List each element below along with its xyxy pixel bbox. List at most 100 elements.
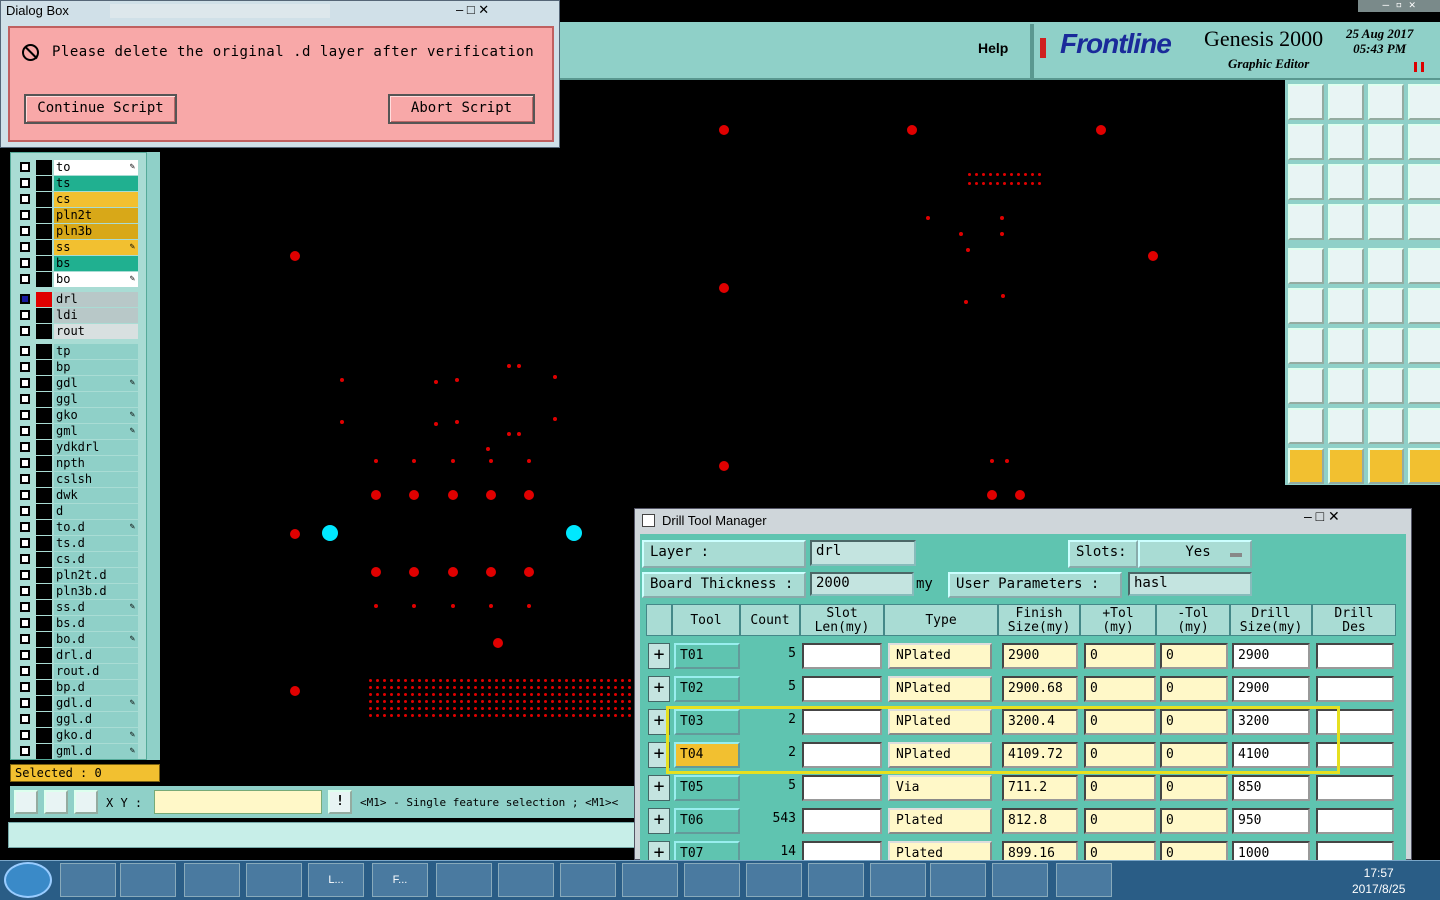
drill-pad[interactable]: [627, 692, 631, 696]
layer-row-bp[interactable]: bp: [16, 360, 140, 375]
layer-name[interactable]: drl.d: [54, 648, 138, 663]
drill-pad[interactable]: [403, 678, 407, 682]
layer-row-drl-d[interactable]: drl.d: [16, 648, 140, 663]
layer-name[interactable]: gml ✎: [54, 424, 138, 439]
drill-pad[interactable]: [445, 685, 449, 689]
layer-color-swatch[interactable]: [36, 456, 52, 471]
drill-pad[interactable]: [403, 699, 407, 703]
drill-pad[interactable]: [368, 685, 372, 689]
drill-pad[interactable]: [396, 692, 400, 696]
drill-pad[interactable]: [455, 378, 459, 382]
drill-pad[interactable]: [585, 713, 589, 717]
drill-pad[interactable]: [424, 685, 428, 689]
pause-icon[interactable]: [1414, 62, 1424, 72]
drill-pad[interactable]: [606, 692, 610, 696]
layer-color-swatch[interactable]: [36, 424, 52, 439]
drill-pad[interactable]: [964, 300, 968, 304]
drill-pad[interactable]: [599, 685, 603, 689]
minus-tol-input[interactable]: 0: [1160, 643, 1228, 669]
drill-pad[interactable]: [438, 678, 442, 682]
layer-field[interactable]: drl: [810, 540, 916, 566]
drill-des-input[interactable]: [1316, 643, 1394, 669]
drill-pad[interactable]: [550, 699, 554, 703]
drill-pad[interactable]: [494, 685, 498, 689]
drill-pad[interactable]: [494, 699, 498, 703]
layer-row-tp[interactable]: tp: [16, 344, 140, 359]
drill-pad[interactable]: [967, 181, 971, 185]
finish-size-input[interactable]: 2900: [1002, 643, 1078, 669]
drill-pad[interactable]: [374, 604, 378, 608]
drill-pad[interactable]: [375, 692, 379, 696]
drill-pad[interactable]: [489, 604, 493, 608]
layer-name[interactable]: ydkdrl: [54, 440, 138, 455]
plus-tol-input[interactable]: 0: [1084, 841, 1156, 860]
drill-pad[interactable]: [410, 699, 414, 703]
layer-row-ldi[interactable]: ldi: [16, 308, 140, 323]
drill-size-input[interactable]: 2900: [1232, 676, 1310, 702]
taskbar-app-icon[interactable]: L...: [308, 863, 364, 897]
drill-pad[interactable]: [1016, 181, 1020, 185]
select-path-icon[interactable]: [1408, 448, 1440, 484]
triangle-icon[interactable]: [1288, 408, 1324, 444]
drill-pad[interactable]: [501, 678, 505, 682]
drill-pad[interactable]: [466, 678, 470, 682]
layer-row-to[interactable]: to ✎: [16, 160, 140, 175]
drill-pad[interactable]: [438, 685, 442, 689]
drill-pad[interactable]: [585, 685, 589, 689]
layer-color-swatch[interactable]: [36, 240, 52, 255]
redo-icon[interactable]: [1408, 124, 1440, 160]
drill-pad[interactable]: [403, 685, 407, 689]
drill-pad[interactable]: [501, 706, 505, 710]
selected-pad[interactable]: [322, 525, 338, 541]
layer-color-swatch[interactable]: [36, 272, 52, 287]
drill-pad[interactable]: [501, 685, 505, 689]
drill-pad[interactable]: [592, 699, 596, 703]
layer-checkbox[interactable]: [20, 258, 30, 268]
drill-pad[interactable]: [613, 678, 617, 682]
drill-des-input[interactable]: [1316, 676, 1394, 702]
left-arrow-icon[interactable]: [1288, 124, 1324, 160]
continue-script-button[interactable]: Continue Script: [24, 94, 177, 124]
drill-pad[interactable]: [445, 678, 449, 682]
drill-pad[interactable]: [451, 604, 455, 608]
drill-pad[interactable]: [719, 461, 729, 471]
layer-color-swatch[interactable]: [36, 728, 52, 743]
slot-len-input[interactable]: [802, 676, 882, 702]
drill-pad[interactable]: [409, 567, 419, 577]
drill-pad[interactable]: [515, 692, 519, 696]
circle-icon[interactable]: [1408, 248, 1440, 284]
drill-pad[interactable]: [417, 706, 421, 710]
drill-pad[interactable]: [452, 685, 456, 689]
drill-pad[interactable]: [424, 699, 428, 703]
type-dropdown[interactable]: NPlated: [888, 676, 992, 702]
layer-row-npth[interactable]: npth: [16, 456, 140, 471]
layer-name[interactable]: bp.d: [54, 680, 138, 695]
drill-pad[interactable]: [466, 706, 470, 710]
drill-pad[interactable]: [389, 699, 393, 703]
layer-name[interactable]: ldi: [54, 308, 138, 323]
drill-pad[interactable]: [578, 685, 582, 689]
layer-name[interactable]: tp: [54, 344, 138, 359]
layer-name[interactable]: pln2t: [54, 208, 138, 223]
drill-pad[interactable]: [417, 692, 421, 696]
pad-icon[interactable]: [1288, 248, 1324, 284]
drill-pad[interactable]: [627, 706, 631, 710]
drill-pad[interactable]: [448, 567, 458, 577]
drill-pad[interactable]: [455, 420, 459, 424]
drill-pad[interactable]: [473, 713, 477, 717]
layer-name[interactable]: bp: [54, 360, 138, 375]
layer-name[interactable]: to.d ✎: [54, 520, 138, 535]
layer-checkbox[interactable]: [20, 602, 30, 612]
drill-pad[interactable]: [592, 678, 596, 682]
drill-pad[interactable]: [592, 685, 596, 689]
drill-size-input[interactable]: 1000: [1232, 841, 1310, 860]
drill-pad[interactable]: [424, 692, 428, 696]
drill-pad[interactable]: [389, 678, 393, 682]
layer-checkbox[interactable]: [20, 634, 30, 644]
layer-row-drl[interactable]: drl: [16, 292, 140, 307]
drill-pad[interactable]: [988, 181, 992, 185]
drill-pad[interactable]: [571, 699, 575, 703]
layer-color-swatch[interactable]: [36, 376, 52, 391]
drill-pad[interactable]: [543, 713, 547, 717]
layer-name[interactable]: ss ✎: [54, 240, 138, 255]
